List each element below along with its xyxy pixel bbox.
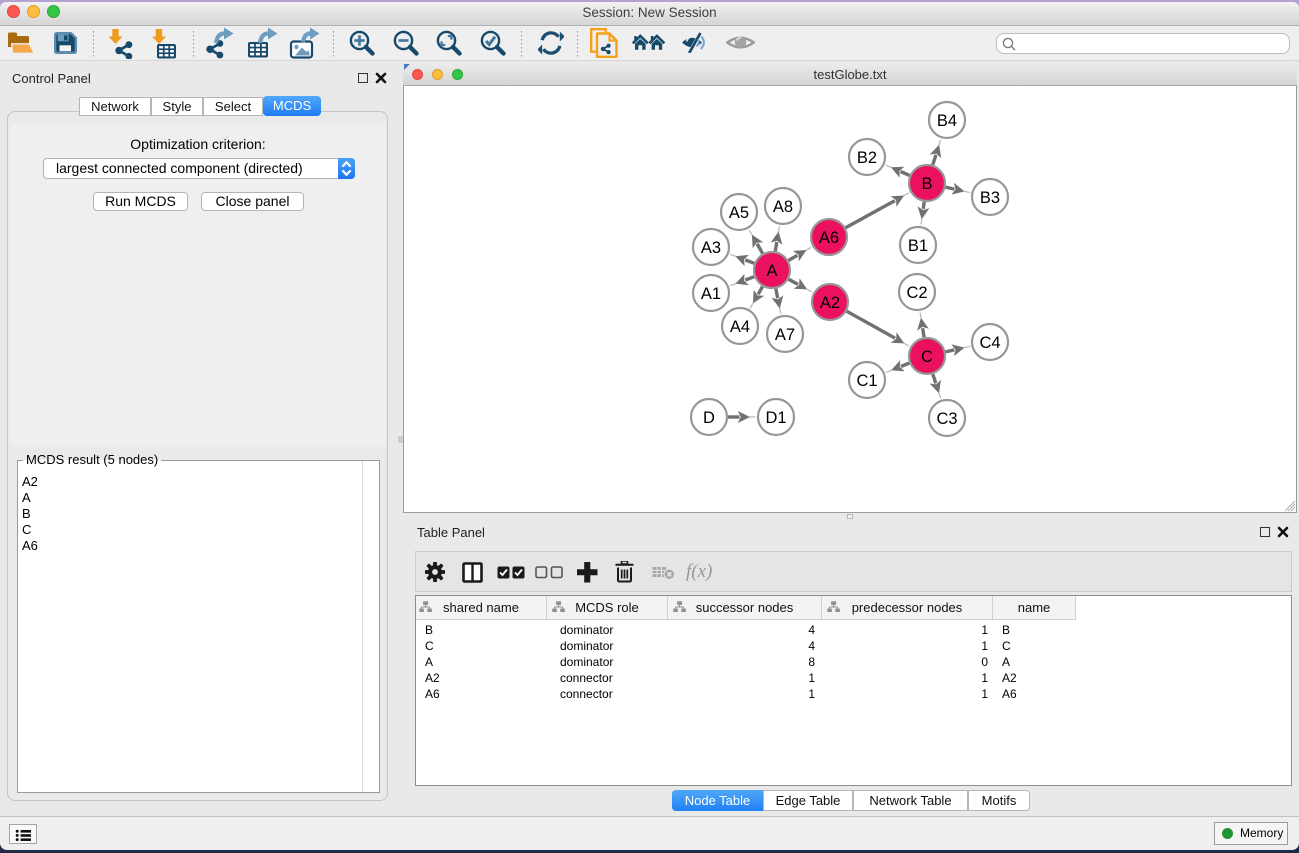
svg-text:C1: C1 — [856, 372, 877, 390]
svg-text:B1: B1 — [908, 237, 928, 255]
svg-text:A1: A1 — [701, 285, 721, 303]
svg-text:A7: A7 — [775, 326, 795, 344]
svg-text:C: C — [921, 348, 933, 366]
svg-text:D1: D1 — [765, 409, 786, 427]
svg-text:A: A — [766, 262, 777, 280]
svg-text:A2: A2 — [820, 294, 840, 312]
svg-text:A4: A4 — [730, 318, 750, 336]
svg-text:A3: A3 — [701, 239, 721, 257]
svg-text:A6: A6 — [819, 229, 839, 247]
svg-text:C4: C4 — [979, 334, 1000, 352]
svg-text:C2: C2 — [906, 284, 927, 302]
svg-text:B2: B2 — [857, 149, 877, 167]
svg-text:B4: B4 — [937, 112, 957, 130]
svg-text:C3: C3 — [936, 410, 957, 428]
svg-text:A5: A5 — [729, 204, 749, 222]
svg-text:B: B — [921, 175, 932, 193]
svg-text:B3: B3 — [980, 189, 1000, 207]
svg-text:A8: A8 — [773, 198, 793, 216]
svg-text:D: D — [703, 409, 715, 427]
